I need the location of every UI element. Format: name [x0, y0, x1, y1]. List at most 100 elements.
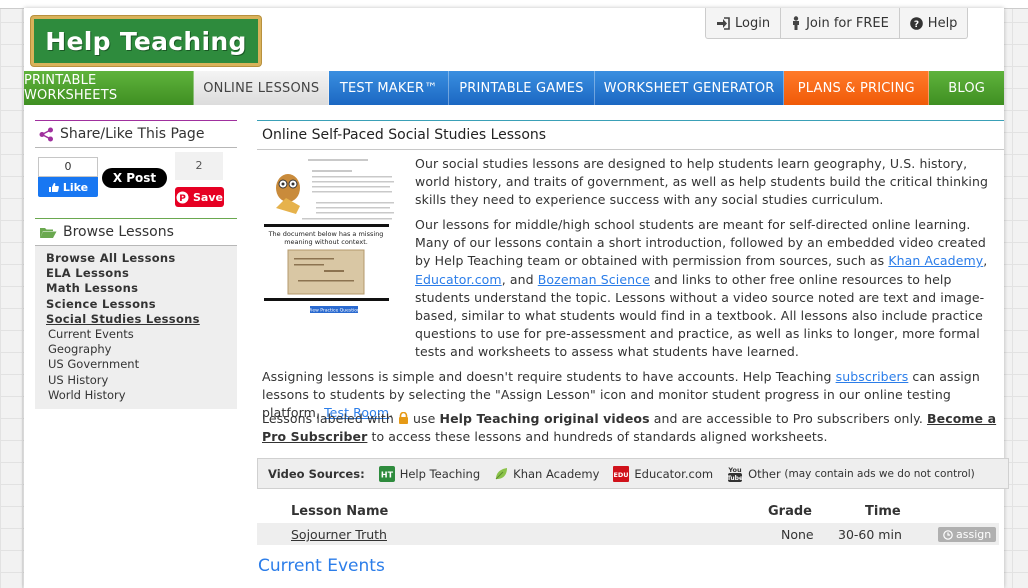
browse-list: Browse All Lessons ELA Lessons Math Less… [35, 246, 237, 410]
svg-text:Tube: Tube [727, 475, 743, 482]
browse-header: Browse Lessons [35, 218, 237, 246]
pinterest-icon: P [176, 191, 189, 204]
facebook-thumb-icon [48, 182, 59, 192]
svg-text:EDU: EDU [614, 471, 629, 479]
source-help-teaching-label: Help Teaching [399, 466, 481, 481]
browse-us-history[interactable]: US History [35, 373, 237, 388]
leaf-icon [495, 467, 508, 479]
page-title: Online Self-Paced Social Studies Lessons [257, 120, 1004, 150]
lesson-grade: None [781, 527, 814, 542]
intro-text: Our social studies lessons are designed … [415, 156, 989, 208]
sep-2: , and [501, 271, 538, 287]
fb-like-count: 0 [38, 157, 98, 177]
table-row: Sojourner Truth None 30-60 min assign [257, 523, 999, 545]
browse-social-studies-lessons[interactable]: Social Studies Lessons [35, 312, 237, 327]
browse-ela-lessons[interactable]: ELA Lessons [35, 266, 237, 281]
col-time: Time [865, 504, 901, 519]
browse-science-lessons[interactable]: Science Lessons [35, 297, 237, 312]
lesson-time: 30-60 min [838, 527, 902, 542]
nav-test-maker[interactable]: TEST MAKER™ [329, 71, 449, 105]
fb-like-label: Like [62, 180, 89, 194]
pro-text-a: Lessons labeled with [262, 411, 398, 426]
subscribers-link[interactable]: subscribers [836, 369, 909, 384]
source-help-teaching: HT Help Teaching [378, 465, 481, 482]
source-other: You Tube Other (may contain ads we do not… [727, 465, 975, 483]
source-khan-academy: Khan Academy [494, 467, 599, 481]
browse-title: Browse Lessons [63, 224, 174, 240]
main-nav: PRINTABLE WORKSHEETS ONLINE LESSONS TEST… [24, 71, 1004, 105]
source-khan-academy-label: Khan Academy [513, 466, 600, 481]
browse-box: Browse Lessons Browse All Lessons ELA Le… [35, 218, 237, 410]
login-icon [717, 16, 730, 30]
lock-icon [398, 411, 408, 424]
browse-current-events[interactable]: Current Events [35, 327, 237, 342]
ht-icon: HT [378, 465, 395, 482]
assign-icon [943, 529, 953, 540]
login-link[interactable]: Login [706, 8, 782, 38]
x-post-label: X Post [112, 171, 157, 185]
facebook-like[interactable]: 0 Like [38, 157, 98, 197]
khan-academy-link[interactable]: Khan Academy [888, 253, 983, 268]
pro-paragraph: Lessons labeled with use Help Teaching o… [262, 410, 1000, 446]
pro-text-d: to access these lessons and hundreds of … [367, 429, 828, 445]
pinterest-save-button[interactable]: P Save [175, 187, 224, 207]
question-icon: ? [909, 16, 923, 30]
source-educator-label: Educator.com [634, 466, 714, 481]
col-grade: Grade [768, 504, 812, 519]
nav-printable-worksheets[interactable]: PRINTABLE WORKSHEETS [24, 71, 195, 105]
edu-icon: EDU [613, 465, 630, 482]
col-lesson-name: Lesson Name [291, 504, 389, 519]
svg-text:P: P [179, 194, 186, 204]
join-label: Join for FREE [806, 15, 889, 31]
logo-text: Help Teaching [45, 26, 247, 56]
person-icon [793, 16, 800, 30]
nav-worksheet-generator[interactable]: WORKSHEET GENERATOR [595, 71, 785, 105]
bozeman-science-link[interactable]: Bozeman Science [538, 272, 650, 287]
browse-math-lessons[interactable]: Math Lessons [35, 281, 237, 296]
folder-open-icon [40, 227, 57, 238]
browse-all-lessons[interactable]: Browse All Lessons [35, 251, 237, 266]
current-events-heading[interactable]: Current Events [258, 556, 385, 576]
assigning-text-a: Assigning lessons is simple and doesn't … [262, 369, 836, 384]
video-sources-label: Video Sources: [268, 466, 365, 481]
browse-geography[interactable]: Geography [35, 342, 237, 357]
float-spacer [262, 216, 415, 351]
youtube-icon: YouTube [727, 466, 743, 482]
assign-button[interactable]: assign [938, 527, 997, 542]
top-links: Login Join for FREE ? Help [705, 8, 969, 39]
page-container: Help Teaching Login Join for FREE ? Help… [24, 8, 1009, 588]
pinterest-save-label: Save [193, 190, 223, 204]
logo[interactable]: Help Teaching [31, 16, 261, 66]
fb-like-button[interactable]: Like [38, 177, 98, 197]
lesson-name-link[interactable]: Sojourner Truth [291, 527, 387, 542]
pro-bold: Help Teaching original videos [439, 411, 650, 426]
share-icon [39, 127, 53, 141]
lessons-paragraph: Our lessons for middle/high school stude… [262, 216, 1000, 362]
pro-text-c: and are accessible to Pro subscribers on… [649, 411, 928, 426]
help-link[interactable]: ? Help [900, 8, 968, 38]
login-label: Login [735, 15, 771, 31]
video-sources-bar: Video Sources: HT Help Teaching Khan Aca… [257, 458, 1009, 489]
help-label: Help [927, 15, 958, 31]
share-header: Share/Like This Page [35, 120, 237, 148]
nav-blog[interactable]: BLOG [929, 71, 1004, 105]
assign-label: assign [956, 528, 992, 541]
nav-plans-pricing[interactable]: PLANS & PRICING [784, 71, 930, 105]
educator-link[interactable]: Educator.com [415, 272, 502, 287]
share-box: Share/Like This Page [35, 120, 237, 148]
sep-1: , [983, 253, 988, 269]
nav-printable-games[interactable]: PRINTABLE GAMES [448, 71, 596, 105]
share-title: Share/Like This Page [60, 126, 205, 142]
source-educator: EDU Educator.com [613, 465, 714, 482]
svg-text:HT: HT [381, 470, 394, 479]
x-post-button[interactable]: X Post [102, 168, 167, 188]
pinterest-count: 2 [175, 152, 223, 180]
join-link[interactable]: Join for FREE [781, 8, 900, 38]
source-other-note: (may contain ads we do not control) [784, 467, 975, 480]
browse-world-history[interactable]: World History [35, 388, 237, 403]
intro-paragraph: Our social studies lessons are designed … [415, 155, 1000, 210]
svg-text:?: ? [914, 20, 919, 30]
nav-online-lessons[interactable]: ONLINE LESSONS [194, 71, 330, 105]
browse-us-government[interactable]: US Government [35, 357, 237, 372]
source-other-label: Other [748, 466, 781, 481]
